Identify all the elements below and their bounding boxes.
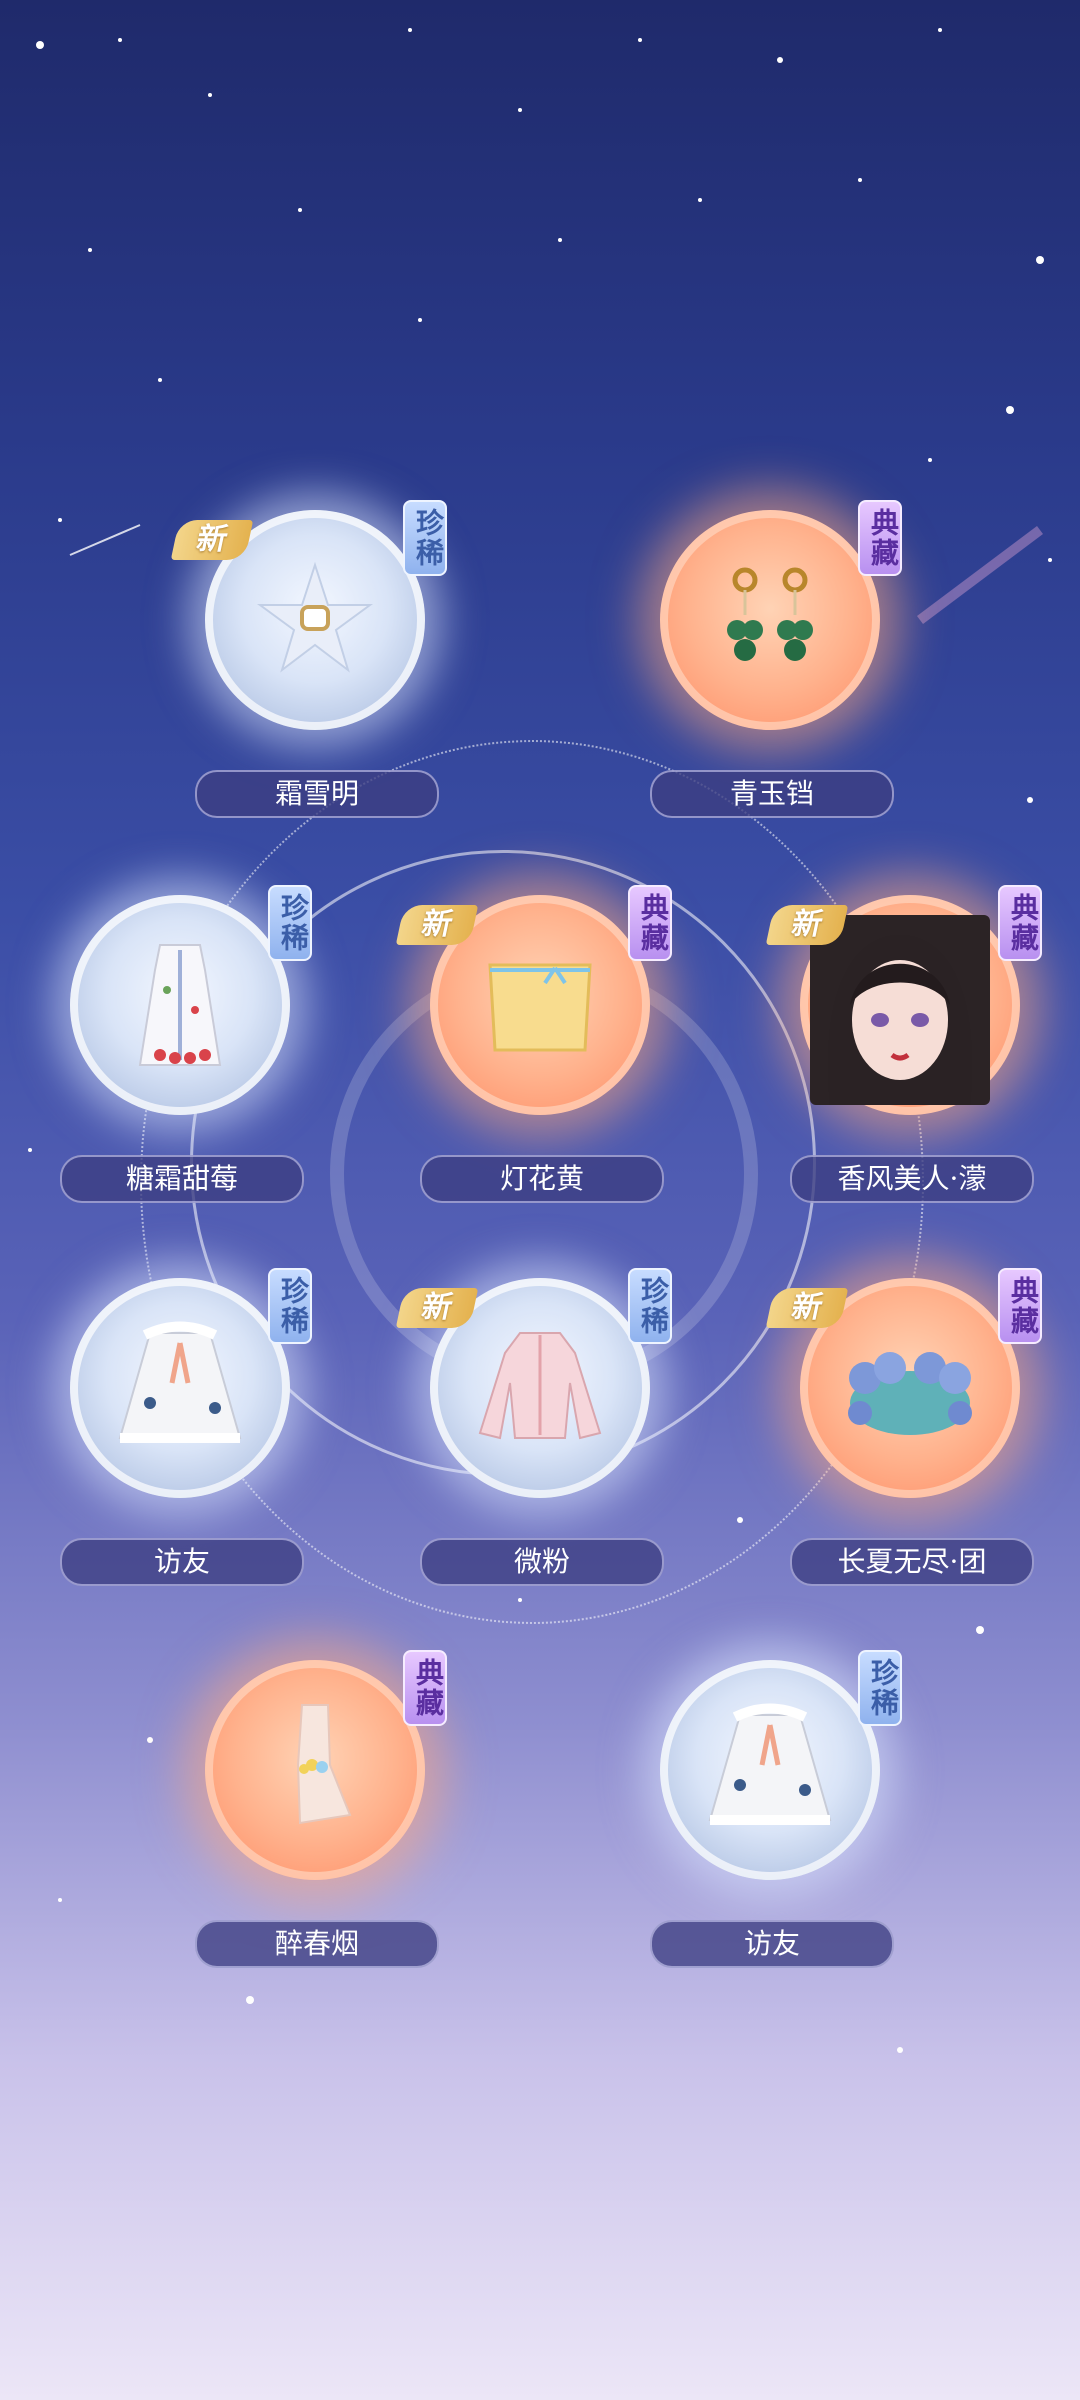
rarity-tag: 典藏 xyxy=(628,885,672,961)
item-name: 长夏无尽·团 xyxy=(790,1538,1034,1586)
rarity-tag: 珍稀 xyxy=(628,1268,672,1344)
item-name: 灯花黄 xyxy=(420,1155,664,1203)
medal[interactable] xyxy=(660,1660,880,1880)
item-name: 霜雪明 xyxy=(195,770,439,818)
item-name: 访友 xyxy=(60,1538,304,1586)
rarity-tag: 典藏 xyxy=(403,1650,447,1726)
item-card[interactable]: 典藏 新 香风美人·濛 xyxy=(765,885,1050,1235)
portrait-icon xyxy=(810,915,990,1105)
rarity-tag: 珍稀 xyxy=(268,1268,312,1344)
rarity-tag: 典藏 xyxy=(858,500,902,576)
cape-icon xyxy=(118,1321,242,1443)
rarity-tag: 珍稀 xyxy=(858,1650,902,1726)
medal[interactable] xyxy=(205,1660,425,1880)
item-name: 醉春烟 xyxy=(195,1920,439,1968)
item-card[interactable]: 珍稀 新 微粉 xyxy=(395,1268,680,1618)
pond-icon xyxy=(848,1352,972,1435)
item-card[interactable]: 珍稀 访友 xyxy=(40,1268,320,1618)
new-badge: 新 xyxy=(395,905,479,945)
top-icon xyxy=(478,1332,602,1440)
item-card[interactable]: 典藏 醉春烟 xyxy=(175,1650,455,2000)
item-card[interactable]: 典藏 新 灯花黄 xyxy=(395,885,680,1235)
new-badge: 新 xyxy=(765,905,849,945)
medal[interactable] xyxy=(70,895,290,1115)
medal[interactable] xyxy=(660,510,880,730)
rarity-tag: 珍稀 xyxy=(268,885,312,961)
rarity-tag: 典藏 xyxy=(998,885,1042,961)
item-card[interactable]: 典藏 青玉铛 xyxy=(630,500,910,850)
item-card[interactable]: 珍稀 新 霜雪明 xyxy=(170,500,455,850)
anklet-icon xyxy=(296,1704,352,1825)
new-badge: 新 xyxy=(170,520,254,560)
new-badge: 新 xyxy=(765,1288,849,1328)
new-badge: 新 xyxy=(395,1288,479,1328)
rarity-tag: 典藏 xyxy=(998,1268,1042,1344)
item-card[interactable]: 珍稀 访友 xyxy=(630,1650,910,2000)
item-card[interactable]: 典藏 新 长夏无尽·团 xyxy=(765,1268,1050,1618)
dress-icon xyxy=(138,944,222,1066)
ring-icon xyxy=(256,561,374,673)
item-name: 青玉铛 xyxy=(650,770,894,818)
rarity-tag: 珍稀 xyxy=(403,500,447,576)
medal[interactable] xyxy=(70,1278,290,1498)
skirt-icon xyxy=(488,963,592,1052)
item-name: 糖霜甜莓 xyxy=(60,1155,304,1203)
cape-icon xyxy=(708,1703,832,1825)
item-card[interactable]: 珍稀 糖霜甜莓 xyxy=(40,885,320,1235)
item-name: 微粉 xyxy=(420,1538,664,1586)
earrings-icon xyxy=(727,567,813,661)
item-name: 香风美人·濛 xyxy=(790,1155,1034,1203)
item-name: 访友 xyxy=(650,1920,894,1968)
